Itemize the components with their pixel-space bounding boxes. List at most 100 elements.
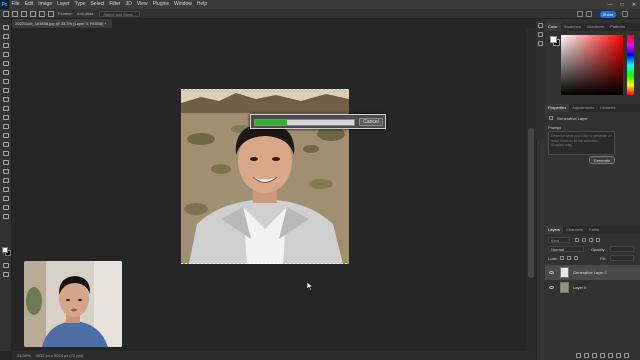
- foreground-color-swatch[interactable]: [2, 247, 8, 253]
- prompt-input[interactable]: Describe what you'd like to generate or …: [548, 131, 615, 155]
- new-selection-icon[interactable]: [21, 10, 27, 17]
- lasso-tool-icon[interactable]: [3, 43, 9, 48]
- menu-3d[interactable]: 3D: [123, 0, 134, 9]
- lasso-tool-icon[interactable]: [12, 10, 18, 17]
- subtract-selection-icon[interactable]: [39, 10, 45, 17]
- tab-swatches[interactable]: Swatches: [561, 23, 584, 31]
- object-selection-tool-icon[interactable]: [3, 52, 9, 57]
- menu-type[interactable]: Type: [72, 0, 88, 9]
- eraser-tool-icon[interactable]: [3, 124, 9, 129]
- cancel-button[interactable]: Cancel: [359, 118, 383, 126]
- rectangle-tool-icon[interactable]: [3, 187, 9, 192]
- history-icon[interactable]: [538, 23, 543, 28]
- pen-tool-icon[interactable]: [3, 160, 9, 165]
- tab-patterns[interactable]: Patterns: [607, 23, 628, 31]
- opacity-field[interactable]: [610, 246, 634, 252]
- document-info[interactable]: 4032 px x 3024 px (72 ppi): [36, 353, 83, 358]
- add-selection-icon[interactable]: [30, 10, 36, 17]
- visibility-eye-icon[interactable]: [549, 286, 554, 289]
- lock-image-icon[interactable]: [567, 256, 571, 260]
- add-mask-icon[interactable]: [592, 353, 597, 358]
- more-tools-icon[interactable]: [3, 214, 9, 219]
- type-tool-icon[interactable]: [3, 169, 9, 174]
- menu-layer[interactable]: Layer: [55, 0, 73, 9]
- screen-mode-icon[interactable]: [3, 272, 9, 277]
- move-tool-icon[interactable]: [3, 25, 9, 30]
- filter-type-icon[interactable]: [589, 238, 593, 242]
- fill-field[interactable]: [610, 255, 634, 261]
- menu-filter[interactable]: Filter: [107, 0, 123, 9]
- zoom-level[interactable]: 33.33%: [17, 353, 31, 358]
- filter-pixel-icon[interactable]: [575, 238, 579, 242]
- new-group-icon[interactable]: [608, 353, 613, 358]
- tab-gradients[interactable]: Gradients: [584, 23, 607, 31]
- layer-name[interactable]: Generative Layer 1: [573, 270, 607, 275]
- tab-properties[interactable]: Properties: [545, 104, 570, 112]
- vertical-scrollbar[interactable]: [526, 28, 536, 351]
- menu-select[interactable]: Select: [88, 0, 107, 9]
- layer-row-layer-0[interactable]: Layer 0: [545, 280, 640, 295]
- menu-plugins[interactable]: Plugins: [150, 0, 171, 9]
- share-button[interactable]: Share: [600, 10, 616, 18]
- filter-adjustment-icon[interactable]: [582, 238, 586, 242]
- visibility-eye-icon[interactable]: [549, 271, 554, 274]
- close-window-button[interactable]: ✕: [628, 0, 640, 9]
- layer-row-generative-layer-1[interactable]: Generative Layer 1: [545, 265, 640, 280]
- gradient-tool-icon[interactable]: [3, 133, 9, 138]
- adjustment-layer-icon[interactable]: [600, 353, 605, 358]
- tab-paths[interactable]: Paths: [586, 226, 602, 234]
- anti-alias-checkbox[interactable]: Anti-alias: [77, 11, 93, 16]
- menu-edit[interactable]: Edit: [22, 0, 36, 9]
- scrollbar-thumb[interactable]: [528, 128, 534, 278]
- layer-style-icon[interactable]: [584, 353, 589, 358]
- brush-settings-icon[interactable]: [538, 32, 543, 37]
- tab-channels[interactable]: Channels: [563, 226, 586, 234]
- layer-name[interactable]: Layer 0: [573, 285, 586, 290]
- tab-adjustments[interactable]: Adjustments: [569, 104, 597, 112]
- menu-help[interactable]: Help: [194, 0, 209, 9]
- lock-position-icon[interactable]: [574, 256, 578, 260]
- select-and-mask-button[interactable]: Select and Mask...: [99, 10, 141, 17]
- marquee-tool-icon[interactable]: [3, 34, 9, 39]
- quick-mask-icon[interactable]: [3, 263, 9, 268]
- search-icon[interactable]: [577, 11, 583, 17]
- menu-window[interactable]: Window: [172, 0, 195, 9]
- menu-image[interactable]: Image: [36, 0, 55, 9]
- layer-filter-kind[interactable]: Kind: [548, 237, 570, 243]
- generate-button[interactable]: Generate: [589, 156, 615, 164]
- tab-color[interactable]: Color: [545, 23, 561, 31]
- history-brush-tool-icon[interactable]: [3, 115, 9, 120]
- zoom-tool-icon[interactable]: [3, 205, 9, 210]
- menu-file[interactable]: File: [9, 0, 22, 9]
- hue-slider[interactable]: [627, 35, 634, 95]
- blend-mode-select[interactable]: Normal: [548, 246, 584, 252]
- intersect-selection-icon[interactable]: [48, 10, 54, 17]
- minimize-button[interactable]: —: [604, 0, 616, 9]
- frame-tool-icon[interactable]: [3, 70, 9, 75]
- path-selection-tool-icon[interactable]: [3, 178, 9, 183]
- link-layers-icon[interactable]: [576, 353, 581, 358]
- clone-stamp-tool-icon[interactable]: [3, 106, 9, 111]
- character-icon[interactable]: [538, 41, 543, 46]
- tab-layers[interactable]: Layers: [545, 226, 564, 234]
- menu-view[interactable]: View: [134, 0, 150, 9]
- filter-shape-icon[interactable]: [596, 238, 600, 242]
- lock-transparent-icon[interactable]: [560, 256, 564, 260]
- brush-tool-icon[interactable]: [3, 97, 9, 102]
- crop-tool-icon[interactable]: [3, 61, 9, 66]
- more-icon[interactable]: [622, 11, 628, 17]
- tab-libraries[interactable]: Libraries: [597, 104, 618, 112]
- document-tab[interactable]: 20221109_163838.jpg @ 33.3% (Layer 0, RG…: [12, 19, 112, 28]
- color-panel-foreground-swatch[interactable]: [550, 36, 557, 43]
- delete-layer-icon[interactable]: [624, 353, 629, 358]
- new-layer-icon[interactable]: [616, 353, 621, 358]
- color-picker-field[interactable]: [561, 35, 623, 95]
- healing-brush-tool-icon[interactable]: [3, 88, 9, 93]
- hand-tool-icon[interactable]: [3, 196, 9, 201]
- dodge-tool-icon[interactable]: [3, 151, 9, 156]
- eyedropper-tool-icon[interactable]: [3, 79, 9, 84]
- home-icon[interactable]: [3, 10, 9, 17]
- workspace-icon[interactable]: [586, 11, 592, 17]
- maximize-button[interactable]: □: [616, 0, 628, 9]
- blur-tool-icon[interactable]: [3, 142, 9, 147]
